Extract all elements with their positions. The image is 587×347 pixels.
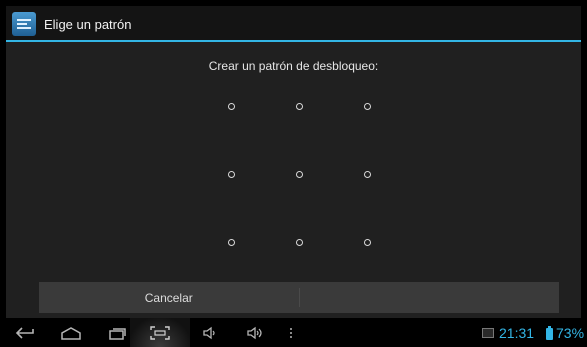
- volume-down-icon[interactable]: [200, 318, 220, 347]
- system-navigation-bar: 21:31 73%: [0, 318, 587, 347]
- pattern-dot[interactable]: [364, 239, 371, 246]
- lock-pattern-screen: Elige un patrón Crear un patrón de desbl…: [6, 6, 581, 346]
- home-icon[interactable]: [56, 318, 86, 347]
- battery-level: 73%: [556, 325, 585, 341]
- cancel-button[interactable]: Cancelar: [39, 282, 299, 313]
- settings-unlock-icon[interactable]: [12, 12, 36, 36]
- screenshot-button[interactable]: [130, 318, 190, 347]
- pattern-dot[interactable]: [228, 171, 235, 178]
- menu-icon[interactable]: [286, 318, 296, 347]
- screenshot-icon: [148, 318, 172, 347]
- recent-apps-icon[interactable]: [106, 318, 130, 347]
- pattern-dot[interactable]: [364, 103, 371, 110]
- clock[interactable]: 21:31: [499, 325, 534, 341]
- page-title: Elige un patrón: [44, 17, 132, 32]
- back-icon[interactable]: [12, 318, 38, 347]
- action-bar-divider: [6, 40, 581, 42]
- continue-button[interactable]: [300, 282, 560, 313]
- pattern-dot[interactable]: [296, 239, 303, 246]
- battery-icon: [546, 326, 553, 340]
- pattern-instructions: Crear un patrón de desbloqueo:: [208, 59, 379, 73]
- button-bar: Cancelar: [39, 282, 559, 313]
- volume-up-icon[interactable]: [244, 318, 268, 347]
- gallery-notification-icon[interactable]: [482, 328, 494, 338]
- action-bar: Elige un patrón: [6, 6, 581, 42]
- pattern-dot[interactable]: [296, 171, 303, 178]
- pattern-dot[interactable]: [364, 171, 371, 178]
- pattern-dot[interactable]: [228, 239, 235, 246]
- pattern-dot[interactable]: [296, 103, 303, 110]
- pattern-dot[interactable]: [228, 103, 235, 110]
